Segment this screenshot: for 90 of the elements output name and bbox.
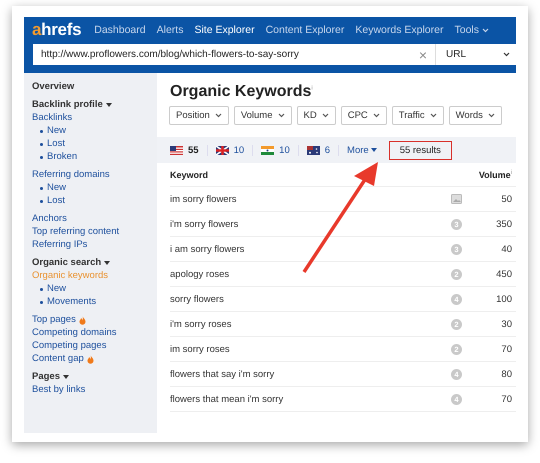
- url-input-field[interactable]: http://www.proflowers.com/blog/which-flowers-to-say-sorry ×: [33, 44, 436, 65]
- sidebar-link[interactable]: Lost: [47, 195, 65, 207]
- volume-cell-text: 40: [500, 244, 512, 254]
- flag-icon: [261, 146, 274, 154]
- filter-dropdown[interactable]: Position: [169, 106, 229, 125]
- results-count: 55 results: [388, 140, 452, 160]
- bullet-icon: [40, 300, 43, 304]
- keyword-cell-text: apology roses: [170, 268, 230, 280]
- country-filter[interactable]: 55: [170, 144, 208, 156]
- flag-icon: [170, 146, 183, 154]
- volume-cell-text: 450: [495, 268, 512, 280]
- sidebar-link[interactable]: Competing pages: [32, 340, 151, 352]
- bullet-icon: [40, 130, 43, 132]
- bullet-icon: [40, 186, 43, 190]
- chevron-down-icon: [278, 113, 284, 118]
- volume-cell-text: 80: [500, 368, 512, 380]
- filter-dropdown[interactable]: Words: [448, 106, 502, 125]
- clear-button[interactable]: ×: [418, 46, 427, 62]
- keyword-cell-text: sorry flowers: [170, 294, 225, 304]
- bullet-icon: [40, 142, 43, 146]
- mode-dropdown[interactable]: URL: [436, 44, 516, 65]
- caret-down-icon: [106, 103, 112, 107]
- flag-icon: [216, 146, 229, 154]
- chevron-down-icon: [322, 113, 329, 118]
- sidebar-link[interactable]: Broken: [47, 151, 78, 163]
- sidebar-link[interactable]: Referring IPs: [32, 239, 151, 251]
- sidebar-heading: Pages: [32, 371, 151, 383]
- chevron-down-icon: [214, 113, 222, 118]
- nav-link[interactable]: Site Explorer: [194, 24, 255, 36]
- keyword-cell-text: flowers that say i'm sorry: [170, 368, 276, 380]
- sidebar-link[interactable]: New: [47, 182, 66, 194]
- keyword-cell-text: i'm sorry roses: [170, 318, 232, 330]
- nav-link[interactable]: Dashboard: [94, 24, 146, 36]
- keyword-cell-text: i am sorry flowers: [170, 244, 246, 254]
- volume-cell-text: 70: [500, 394, 512, 404]
- page-title: Organic Keywords$^{i}$: [170, 83, 314, 101]
- column-header: Keyword: [170, 170, 208, 180]
- sidebar-link[interactable]: Best by links: [32, 384, 151, 396]
- fire-icon: [78, 316, 86, 324]
- logo[interactable]: ahrefs: [32, 20, 82, 40]
- caret-down-icon: [104, 261, 110, 265]
- sidebar-heading: Backlink profile: [32, 99, 151, 111]
- keyword-cell-text: im sorry roses: [170, 344, 231, 354]
- sidebar-link[interactable]: Top referring content: [32, 226, 151, 238]
- volume-cell-text: 30: [500, 318, 512, 330]
- bullet-icon: [40, 288, 43, 290]
- filter-dropdown[interactable]: KD: [296, 106, 336, 125]
- column-header: Volume$^{i}$: [478, 170, 512, 180]
- sidebar-link[interactable]: Content gap: [32, 353, 151, 365]
- keyword-cell-text: im sorry flowers: [170, 194, 238, 204]
- nav-link[interactable]: Alerts: [156, 24, 184, 36]
- sidebar-link[interactable]: Top pages: [32, 314, 151, 326]
- sidebar-heading: Overview: [32, 81, 76, 93]
- sidebar-link[interactable]: Lost: [47, 138, 65, 150]
- keyword-cell-text: i'm sorry flowers: [170, 218, 240, 230]
- filter-dropdown[interactable]: Traffic: [392, 106, 444, 125]
- sidebar-link[interactable]: Anchors: [32, 213, 151, 225]
- chevron-down-icon: [503, 52, 510, 57]
- sidebar-link[interactable]: New: [47, 125, 66, 137]
- fire-icon: [86, 354, 94, 364]
- nav-link[interactable]: Content Explorer: [266, 24, 344, 36]
- country-filter[interactable]: 10: [216, 144, 254, 156]
- volume-cell-text: 70: [500, 344, 512, 354]
- country-filter[interactable]: 6: [306, 144, 340, 156]
- volume-cell-text: 100: [495, 294, 512, 304]
- caret-down-icon: [370, 148, 377, 152]
- chevron-down-icon: [372, 113, 380, 118]
- sidebar-heading: Organic search: [32, 257, 151, 269]
- bullet-icon: [40, 156, 43, 158]
- nav-link[interactable]: Tools: [454, 24, 489, 36]
- nav-link[interactable]: Keywords Explorer: [355, 24, 444, 36]
- filter-dropdown[interactable]: Volume: [234, 106, 292, 125]
- volume-cell-text: 350: [495, 218, 512, 230]
- keyword-cell-text: flowers that mean i'm sorry: [170, 394, 284, 404]
- sidebar-link[interactable]: Movements: [47, 296, 96, 308]
- chevron-down-icon: [430, 113, 437, 118]
- more-link[interactable]: More: [347, 144, 377, 156]
- volume-cell-text: 50: [500, 194, 512, 204]
- bullet-icon: [40, 200, 43, 202]
- sidebar-link[interactable]: Competing domains: [32, 327, 151, 339]
- sidebar-link[interactable]: Backlinks: [32, 112, 151, 124]
- sidebar-link[interactable]: Referring domains: [32, 169, 151, 181]
- chevron-down-icon: [482, 28, 489, 32]
- flag-icon: [306, 146, 320, 154]
- sidebar-link[interactable]: New: [47, 283, 66, 295]
- country-filter[interactable]: 10: [261, 144, 299, 156]
- chevron-down-icon: [488, 113, 495, 118]
- caret-down-icon: [63, 375, 69, 379]
- filter-dropdown[interactable]: CPC: [340, 106, 387, 125]
- image-icon: [451, 194, 462, 204]
